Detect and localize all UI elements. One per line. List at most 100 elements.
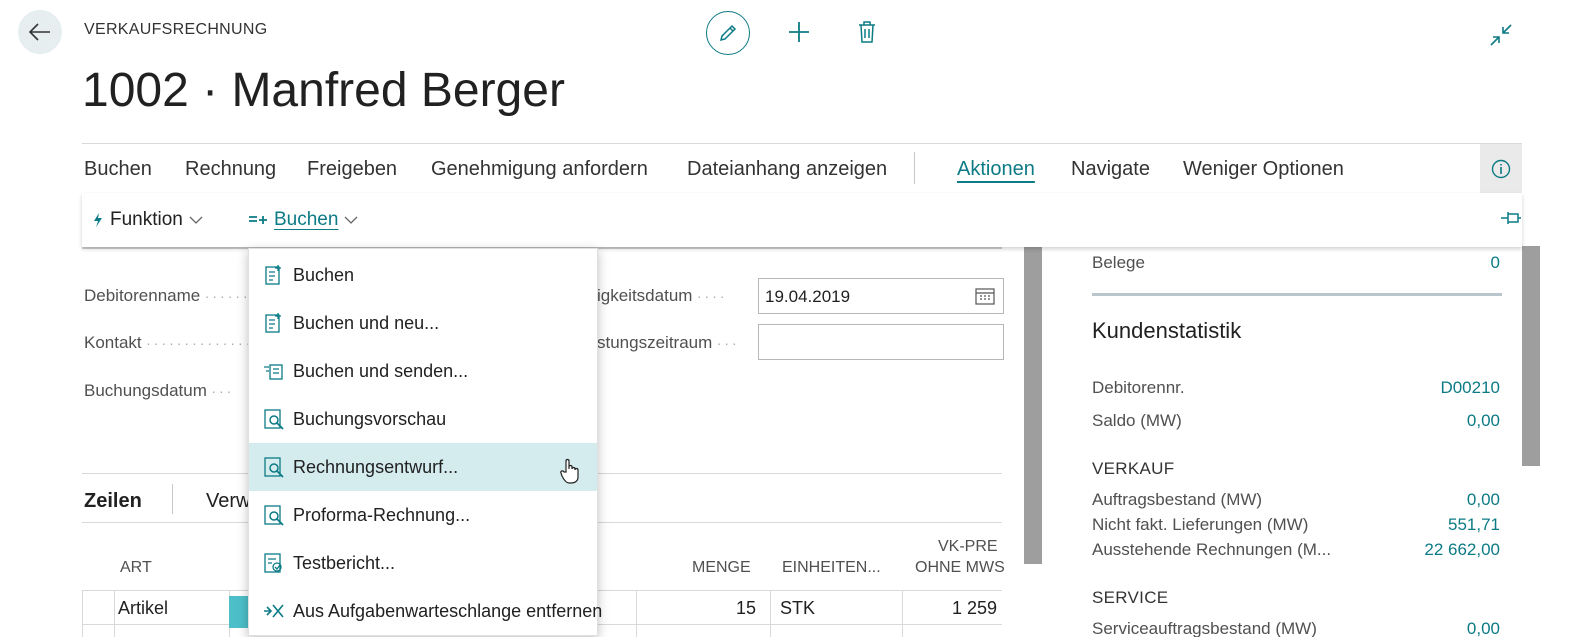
sub-action-bar: Funktion Buchen — [82, 193, 1522, 247]
menu-item-label: Buchungsvorschau — [293, 408, 447, 429]
tab-verwalten[interactable]: Verw — [206, 490, 250, 513]
grid-column-line — [902, 590, 903, 637]
leader-dots: ··· — [716, 335, 740, 351]
fb-ausstehende-value[interactable]: 22 662,00 — [1380, 540, 1500, 560]
menu-item-buchungsvorschau[interactable]: Buchungsvorschau — [249, 395, 597, 443]
post-document-icon — [263, 264, 285, 286]
tab-zeilen[interactable]: Zeilen — [84, 490, 142, 513]
menu-item-rechnungsentwurf[interactable]: Rechnungsentwurf... — [249, 443, 597, 491]
collapse-icon — [1490, 24, 1512, 46]
preview-icon — [263, 504, 285, 526]
debitorenname-label: Debitorenname — [84, 286, 201, 305]
column-header-vk-preis-line1[interactable]: VK-PRE — [938, 538, 998, 556]
menu-item-label: Proforma-Rechnung... — [293, 504, 471, 525]
grid-column-line — [82, 590, 83, 637]
tab-separator — [172, 484, 173, 514]
info-button[interactable] — [1480, 144, 1522, 194]
factbox-scrollbar[interactable] — [1522, 246, 1540, 466]
test-report-icon — [263, 552, 285, 574]
hand-cursor-icon — [560, 458, 580, 489]
delete-button[interactable] — [852, 17, 882, 47]
funktion-menu[interactable]: Funktion — [92, 209, 203, 231]
factbox-title: Kundenstatistik — [1092, 318, 1242, 343]
action-freigeben[interactable]: Freigeben — [307, 158, 397, 181]
fb-serviceauftrag-value[interactable]: 0,00 — [1380, 619, 1500, 637]
kontakt-field-label: Kontakt ·············· — [84, 333, 253, 353]
fb-serviceauftrag-label: Serviceauftragsbestand (MW) — [1092, 619, 1317, 637]
calendar-icon[interactable] — [975, 287, 995, 305]
column-header-vk-preis-line2[interactable]: OHNE MWS — [915, 559, 1005, 577]
grid-column-line — [770, 590, 771, 637]
menu-item-testbericht[interactable]: Testbericht... — [249, 539, 597, 587]
faelligkeitsdatum-label: igkeitsdatum — [597, 286, 693, 305]
menu-item-label: Testbericht... — [293, 552, 396, 573]
pin-button[interactable] — [1500, 209, 1522, 232]
leader-dots: ···· — [696, 288, 728, 304]
table-cell-einheit[interactable]: STK — [780, 598, 815, 619]
leistungszeitraum-input[interactable] — [758, 324, 1004, 360]
faelligkeitsdatum-input[interactable]: 19.04.2019 — [758, 278, 1004, 314]
fb-debitorennr-value[interactable]: D00210 — [1380, 378, 1500, 398]
action-aktionen[interactable]: Aktionen — [957, 158, 1035, 181]
action-rechnung[interactable]: Rechnung — [185, 158, 276, 181]
new-button[interactable] — [784, 17, 814, 47]
page-title: 1002 · Manfred Berger — [82, 64, 565, 117]
post-document-icon — [263, 312, 285, 334]
leader-dots: ······ — [204, 288, 251, 304]
fb-saldo-label: Saldo (MW) — [1092, 411, 1182, 430]
menu-item-label: Rechnungsentwurf... — [293, 456, 459, 477]
fb-auftragsbestand-value[interactable]: 0,00 — [1380, 490, 1500, 510]
trash-icon — [859, 21, 875, 43]
menu-item-aus-aufgabenwarteschlange-entfernen[interactable]: Aus Aufgabenwarteschlange entfernen — [249, 587, 602, 635]
column-header-einheiten[interactable]: EINHEITEN... — [782, 559, 881, 577]
menu-item-buchen[interactable]: Buchen — [249, 251, 597, 299]
buchen-dropdown-menu: Buchen Buchen und neu... Buchen und send… — [248, 248, 602, 636]
menu-item-proforma-rechnung[interactable]: Proforma-Rechnung... — [249, 491, 597, 539]
pencil-icon — [719, 24, 737, 42]
action-weniger-optionen[interactable]: Weniger Optionen — [1183, 158, 1344, 181]
main-scrollbar[interactable] — [1024, 246, 1042, 564]
action-buchen[interactable]: Buchen — [84, 158, 152, 181]
faelligkeitsdatum-value: 19.04.2019 — [765, 287, 851, 306]
table-cell-vk-preis[interactable]: 1 259 — [952, 598, 997, 619]
table-cell-art[interactable]: Artikel — [118, 598, 168, 619]
page-kind-caption: VERKAUFSRECHNUNG — [84, 21, 268, 38]
fb-belege-value[interactable]: 0 — [1440, 253, 1500, 273]
funktion-label: Funktion — [110, 209, 183, 230]
fb-auftragsbestand-label: Auftragsbestand (MW) — [1092, 490, 1263, 509]
arrow-left-icon — [29, 23, 50, 41]
plus-icon — [789, 22, 809, 42]
action-genehmigung-anfordern[interactable]: Genehmigung anfordern — [431, 158, 648, 181]
column-header-menge[interactable]: MENGE — [692, 559, 751, 577]
column-header-art[interactable]: ART — [120, 559, 152, 577]
chevron-down-icon — [344, 216, 358, 224]
preview-icon — [263, 456, 285, 478]
action-navigate[interactable]: Navigate — [1071, 158, 1150, 181]
info-icon — [1491, 159, 1511, 179]
fb-nicht-fakt-label: Nicht fakt. Lieferungen (MW) — [1092, 515, 1309, 534]
fb-nicht-fakt-value[interactable]: 551,71 — [1380, 515, 1500, 535]
collapse-button[interactable] — [1486, 20, 1516, 50]
menu-item-buchen-und-neu[interactable]: Buchen und neu... — [249, 299, 597, 347]
faelligkeitsdatum-field-label: igkeitsdatum ···· — [597, 286, 728, 306]
chevron-down-icon — [189, 216, 203, 224]
edit-button[interactable] — [706, 11, 750, 55]
buchen-menu[interactable]: Buchen — [248, 209, 358, 231]
buchungsdatum-label: Buchungsdatum — [84, 381, 207, 400]
fb-section-verkauf: VERKAUF — [1092, 459, 1175, 478]
table-cell-menge[interactable]: 15 — [736, 598, 756, 619]
back-button[interactable] — [18, 10, 62, 54]
grid-column-line — [636, 590, 637, 637]
menu-item-label: Aus Aufgabenwarteschlange entfernen — [293, 600, 603, 621]
buchen-label: Buchen — [274, 209, 339, 230]
menu-item-label: Buchen und senden... — [293, 360, 469, 381]
action-separator — [914, 152, 915, 184]
remove-from-queue-icon — [263, 600, 285, 622]
action-dateianhang-anzeigen[interactable]: Dateianhang anzeigen — [687, 158, 887, 181]
menu-item-buchen-und-senden[interactable]: Buchen und senden... — [249, 347, 597, 395]
pin-icon — [1501, 212, 1521, 224]
post-send-icon — [263, 360, 285, 382]
leistungszeitraum-field-label: stungszeitraum ··· — [597, 333, 740, 353]
fb-saldo-value[interactable]: 0,00 — [1380, 411, 1500, 431]
fb-ausstehende-label: Ausstehende Rechnungen (M... — [1092, 540, 1332, 559]
